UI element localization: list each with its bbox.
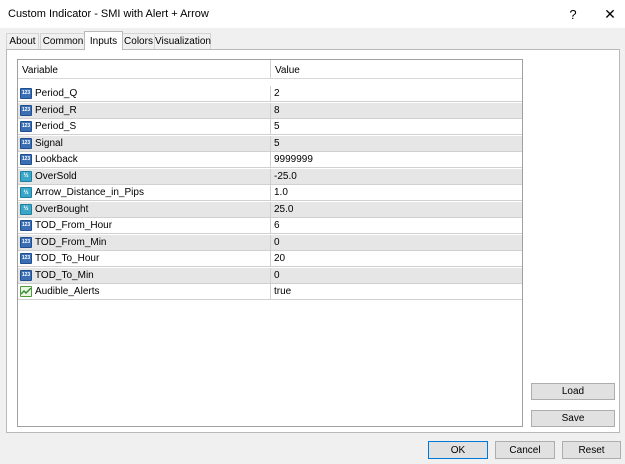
variable-name: Arrow_Distance_in_Pips — [35, 187, 144, 198]
variable-cell: ½ OverSold — [18, 168, 271, 184]
variable-cell: 123 TOD_From_Hour — [18, 218, 271, 233]
variable-cell: 123 Period_S — [18, 119, 271, 134]
value-cell[interactable]: 0 — [271, 268, 522, 283]
tab-colors[interactable]: Colors — [121, 33, 156, 49]
load-button[interactable]: Load — [531, 383, 615, 400]
column-header-value[interactable]: Value — [271, 60, 522, 78]
reset-button[interactable]: Reset — [562, 441, 621, 459]
table-row[interactable]: 123 Signal 5 — [18, 135, 522, 152]
variable-name: Period_Q — [35, 88, 78, 99]
value-cell[interactable]: 5 — [271, 119, 522, 134]
value-cell[interactable]: 1.0 — [271, 185, 522, 200]
integer-icon: 123 — [20, 236, 32, 248]
variable-cell: 123 Period_Q — [18, 86, 271, 101]
variable-name: OverSold — [35, 170, 77, 182]
variable-name: Period_S — [35, 121, 77, 132]
help-button[interactable]: ? — [559, 3, 587, 25]
inputs-grid: Variable Value 123 Period_Q 2 123 Period_R 8 1… — [17, 59, 523, 427]
ok-button[interactable]: OK — [428, 441, 488, 459]
close-icon[interactable]: ✕ — [596, 3, 624, 25]
variable-name: TOD_To_Min — [35, 269, 94, 281]
value-cell[interactable]: 25.0 — [271, 202, 522, 217]
value-cell[interactable]: true — [271, 284, 522, 299]
value-cell[interactable]: 5 — [271, 136, 522, 151]
value-cell[interactable]: 0 — [271, 235, 522, 250]
table-row[interactable]: ½ Arrow_Distance_in_Pips 1.0 — [18, 185, 522, 201]
table-row[interactable]: 123 Lookback 9999999 — [18, 152, 522, 168]
variable-name: TOD_From_Hour — [35, 220, 113, 231]
table-row[interactable]: ½ OverBought 25.0 — [18, 201, 522, 218]
double-icon: ½ — [20, 187, 32, 198]
table-row[interactable]: 123 Period_R 8 — [18, 102, 522, 119]
variable-cell: 123 TOD_To_Hour — [18, 251, 271, 266]
tab-visualization[interactable]: Visualization — [154, 33, 211, 49]
integer-icon: 123 — [20, 137, 32, 149]
variable-name: Audible_Alerts — [35, 286, 100, 297]
value-cell[interactable]: 2 — [271, 86, 522, 101]
variable-cell: ½ OverBought — [18, 201, 271, 217]
variable-cell: 123 Period_R — [18, 102, 271, 118]
double-icon: ½ — [20, 203, 32, 215]
integer-icon: 123 — [20, 220, 32, 231]
variable-cell: 123 TOD_From_Min — [18, 234, 271, 250]
variable-name: Period_R — [35, 104, 77, 116]
title-bar: Custom Indicator - SMI with Alert + Arro… — [0, 0, 625, 28]
double-icon: ½ — [20, 170, 32, 182]
variable-name: OverBought — [35, 203, 89, 215]
integer-icon: 123 — [20, 121, 32, 132]
table-row[interactable]: 123 Period_S 5 — [18, 119, 522, 135]
integer-icon: 123 — [20, 154, 32, 165]
grid-header: Variable Value — [18, 60, 522, 79]
boolean-icon — [20, 286, 32, 297]
variable-name: TOD_From_Min — [35, 236, 107, 248]
save-button[interactable]: Save — [531, 410, 615, 427]
table-row[interactable]: 123 TOD_To_Min 0 — [18, 267, 522, 284]
table-row[interactable]: Audible_Alerts true — [18, 284, 522, 300]
table-row[interactable]: 123 TOD_From_Hour 6 — [18, 218, 522, 234]
variable-cell: Audible_Alerts — [18, 284, 271, 299]
cancel-button[interactable]: Cancel — [495, 441, 555, 459]
value-cell[interactable]: 8 — [271, 103, 522, 118]
table-row[interactable]: ½ OverSold -25.0 — [18, 168, 522, 185]
variable-name: Signal — [35, 137, 63, 149]
table-row[interactable]: 123 TOD_To_Hour 20 — [18, 251, 522, 267]
integer-icon: 123 — [20, 88, 32, 99]
table-row[interactable]: 123 Period_Q 2 — [18, 86, 522, 102]
variable-cell: 123 Signal — [18, 135, 271, 151]
value-cell[interactable]: -25.0 — [271, 169, 522, 184]
column-header-variable[interactable]: Variable — [18, 60, 271, 78]
value-cell[interactable]: 20 — [271, 251, 522, 266]
tab-about[interactable]: About — [6, 33, 39, 49]
variable-cell: 123 TOD_To_Min — [18, 267, 271, 283]
value-cell[interactable]: 9999999 — [271, 152, 522, 167]
tab-common[interactable]: Common — [40, 33, 86, 49]
window-title: Custom Indicator - SMI with Alert + Arro… — [8, 8, 209, 20]
value-cell[interactable]: 6 — [271, 218, 522, 233]
integer-icon: 123 — [20, 104, 32, 116]
variable-name: Lookback — [35, 154, 78, 165]
variable-name: TOD_To_Hour — [35, 253, 100, 264]
table-row[interactable]: 123 TOD_From_Min 0 — [18, 234, 522, 251]
integer-icon: 123 — [20, 253, 32, 264]
integer-icon: 123 — [20, 269, 32, 281]
variable-cell: 123 Lookback — [18, 152, 271, 167]
variable-cell: ½ Arrow_Distance_in_Pips — [18, 185, 271, 200]
tab-inputs[interactable]: Inputs — [84, 31, 123, 50]
